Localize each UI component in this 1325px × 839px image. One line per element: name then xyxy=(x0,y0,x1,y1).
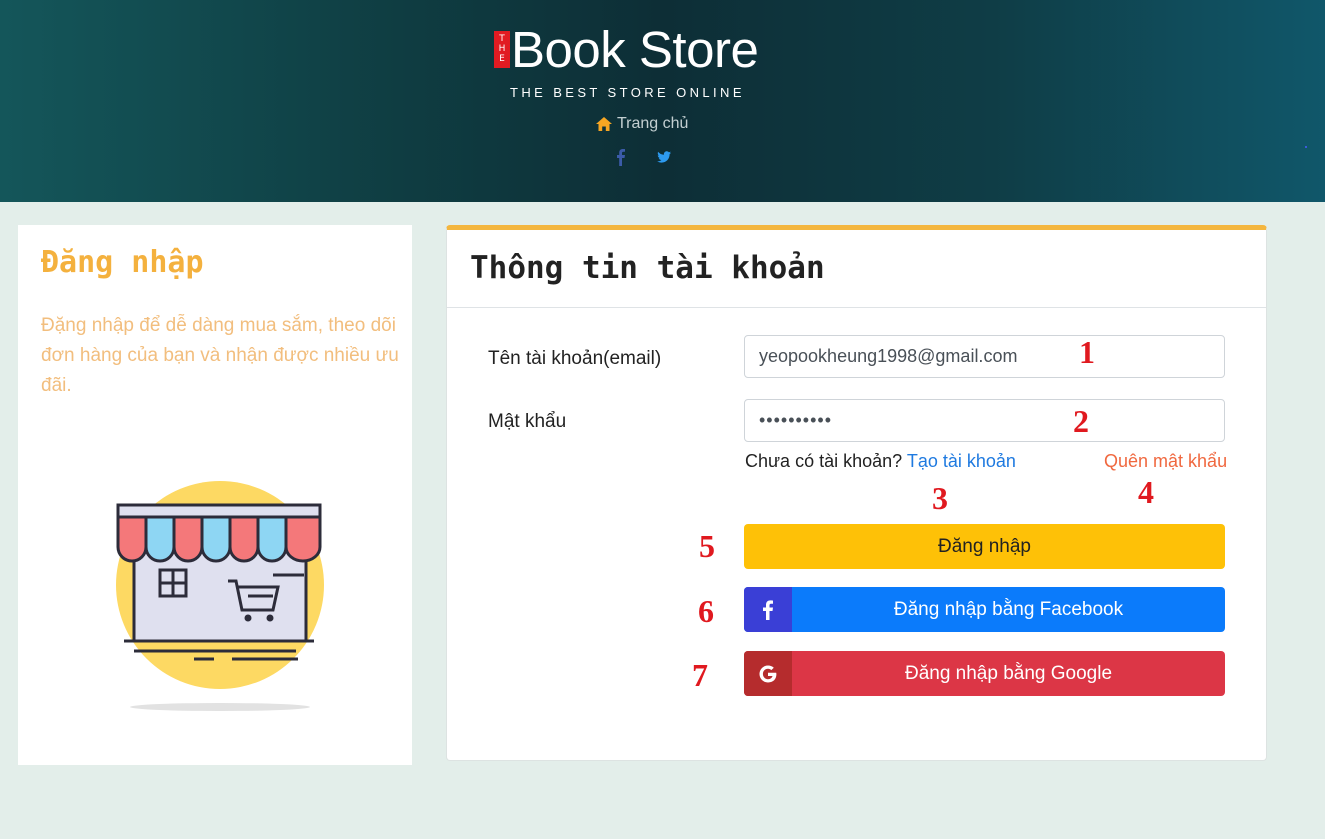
brand-the-badge: THE xyxy=(494,31,510,68)
facebook-login-label: Đăng nhập bằng Facebook xyxy=(893,599,1124,620)
home-link-label: Trang chủ xyxy=(617,115,689,132)
forgot-password-link[interactable]: Quên mật khẩu xyxy=(1104,451,1227,472)
home-link[interactable]: Trang chủ xyxy=(596,115,688,133)
brand-logo[interactable]: THE Book Store xyxy=(494,22,794,78)
brand-the-text: THE xyxy=(498,34,506,64)
annotation-3: 3 xyxy=(932,480,948,516)
account-info-header: Thông tin tài khoản xyxy=(447,230,1266,308)
facebook-icon[interactable] xyxy=(613,148,629,166)
password-input[interactable] xyxy=(744,399,1225,442)
shop-illustration xyxy=(116,481,324,711)
header-dot xyxy=(1305,146,1307,148)
annotation-7: 7 xyxy=(692,657,708,693)
login-intro-title: Đăng nhập xyxy=(41,245,204,280)
annotation-6: 6 xyxy=(698,593,714,629)
signup-prompt: Chưa có tài khoản? Tạo tài khoản xyxy=(745,451,1016,472)
login-intro-card: Đăng nhập Đặng nhập để dễ dàng mua sắm, … xyxy=(18,225,412,765)
facebook-login-button[interactable]: Đăng nhập bằng Facebook xyxy=(744,587,1225,632)
facebook-icon xyxy=(744,587,792,632)
google-login-label: Đăng nhập bằng Google xyxy=(904,663,1113,684)
account-info-title: Thông tin tài khoản xyxy=(470,250,825,286)
twitter-icon[interactable] xyxy=(656,148,672,166)
google-icon xyxy=(744,651,792,696)
username-input[interactable] xyxy=(744,335,1225,378)
brand-tagline: THE BEST STORE ONLINE xyxy=(510,85,745,100)
annotation-5: 5 xyxy=(699,528,715,564)
site-header: THE Book Store THE BEST STORE ONLINE Tra… xyxy=(0,0,1325,202)
login-button-label: Đăng nhập xyxy=(938,536,1031,557)
no-account-text: Chưa có tài khoản? xyxy=(745,451,903,471)
brand-name: Book Store xyxy=(511,21,759,78)
create-account-link[interactable]: Tạo tài khoản xyxy=(907,451,1016,471)
login-intro-description: Đặng nhập để dễ dàng mua sắm, theo dõi đ… xyxy=(41,315,399,396)
username-label: Tên tài khoản(email) xyxy=(488,348,662,369)
password-label: Mật khẩu xyxy=(488,411,567,432)
annotation-2: 2 xyxy=(1073,403,1089,439)
annotation-1: 1 xyxy=(1079,334,1095,370)
login-button[interactable]: Đăng nhập xyxy=(744,524,1225,569)
annotation-4: 4 xyxy=(1138,474,1154,510)
google-login-button[interactable]: Đăng nhập bằng Google xyxy=(744,651,1225,696)
home-icon xyxy=(596,117,612,131)
